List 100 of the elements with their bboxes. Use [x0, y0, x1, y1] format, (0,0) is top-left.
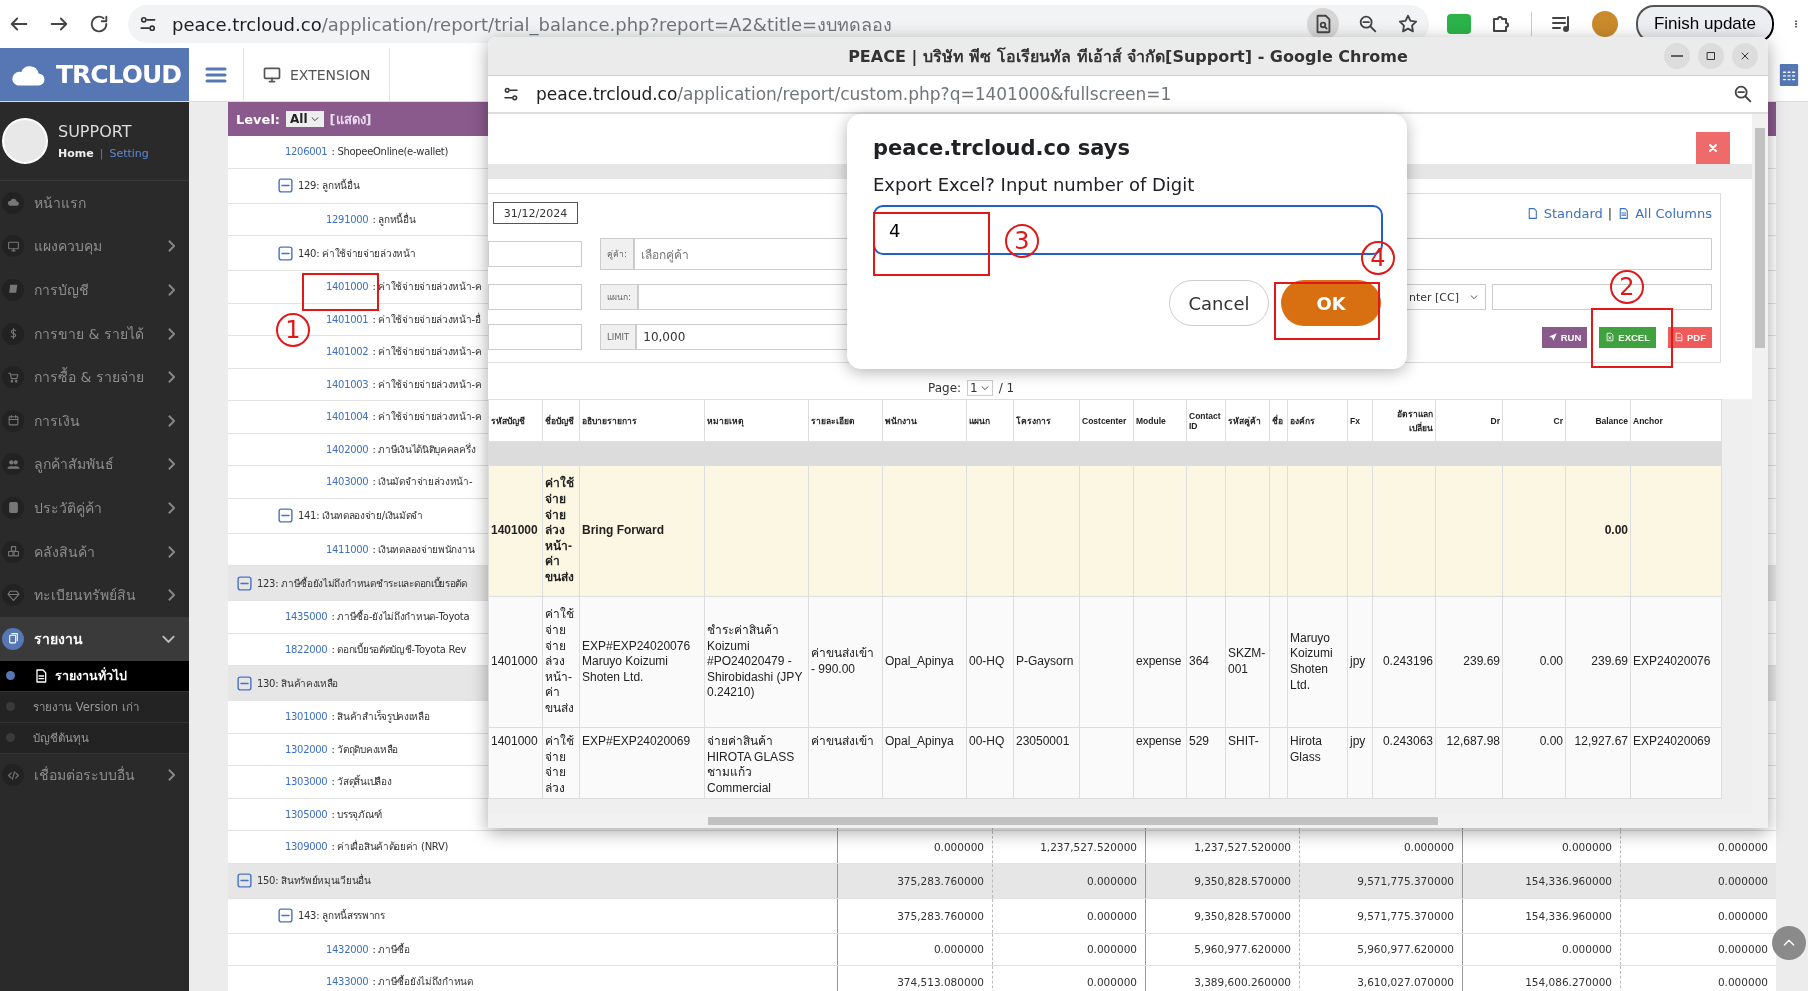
- account-name: : ภาษีซื้อยังไม่ถึงกำหนด: [372, 974, 473, 990]
- table-cell: 0.243063: [1382, 734, 1433, 748]
- table-cell: expense: [1136, 654, 1182, 669]
- table-cell: Opal_Apinya: [885, 734, 954, 748]
- amount-cell: 0.000000: [1086, 874, 1137, 887]
- amount-cell: 3,610,027.070000: [1357, 975, 1454, 988]
- amount-cell: 0.000000: [1717, 840, 1768, 853]
- table-cell: 12,927.67: [1574, 734, 1628, 748]
- amount-cell: 9,350,828.570000: [1194, 909, 1291, 922]
- tree-group-label: 150: สินทรัพย์หมุนเวียนอื่น: [257, 873, 371, 888]
- amount-cell: 0.000000: [1561, 840, 1612, 853]
- account-name: : ค่าใช้จ่ายจ่ายล่วงหน้า-ค: [372, 280, 482, 295]
- account-name: : ลูกหนี้อื่น: [372, 211, 416, 227]
- table-cell: จ่ายค่าสินค้า HIROTA GLASS ชามแก้ว Commercial: [707, 734, 795, 795]
- table-cell: SKZM-001: [1228, 646, 1266, 676]
- tree-group-label: 129: ลูกหนี้อื่น: [298, 178, 360, 193]
- amount-cell: 0.000000: [933, 943, 984, 956]
- column-header: Cr: [1553, 415, 1563, 426]
- table-cell: P-Gaysorn: [1016, 654, 1074, 669]
- table-cell: Bring Forward: [582, 523, 664, 538]
- level-label: Level:: [236, 111, 281, 127]
- field-label: แผนก:: [600, 284, 638, 310]
- column-header: อัตราแลกเปลี่ยน: [1397, 408, 1433, 433]
- tree-group-label: 130: สินค้าคงเหลือ: [257, 676, 339, 691]
- amount-cell: 0.000000: [933, 840, 984, 853]
- table-cell: 239.69: [1463, 654, 1500, 669]
- account-name: : ดอกเบี้ยรอตัดบัญชี-Toyota Rev: [331, 641, 467, 657]
- url-text: peace.trcloud.co/application/report/trial_balance.php?report=A2&title=งบทดลอง: [172, 12, 893, 38]
- column-header: รหัสคู่ค้า: [1228, 415, 1261, 426]
- table-cell: 529: [1189, 734, 1210, 748]
- account-name: : บรรจุภัณฑ์: [331, 807, 382, 822]
- table-cell: Maruyo Koizumi Shoten Ltd.: [1290, 630, 1333, 692]
- amount-cell: 0.000000: [1086, 943, 1137, 956]
- column-header: พนักงาน: [885, 415, 917, 426]
- column-header: ชื่อบัญชี: [545, 415, 574, 426]
- table-cell: ชำระค่าสินค้า Koizumi #PO24020479 - Shirobidashi (JPY 0.24210): [707, 623, 803, 700]
- link-separator: |: [1607, 205, 1613, 221]
- amount-cell: 154,086.270000: [1525, 975, 1612, 988]
- field-label: คู่ค้า:: [600, 238, 634, 270]
- account-name: : ภาษีซื้อ: [372, 941, 410, 957]
- account-name: : ค่าใช้จ่ายจ่ายล่วงหน้า-อื่: [372, 311, 481, 327]
- amount-cell: 5,960,977.620000: [1357, 943, 1454, 956]
- table-cell: 1401000: [491, 654, 538, 669]
- amount-cell: 5,960,977.620000: [1194, 943, 1291, 956]
- column-header: อธิบายรายการ: [582, 415, 637, 426]
- page-label: Page:: [928, 381, 962, 395]
- amount-cell: 0.000000: [1717, 909, 1768, 922]
- field-label: LIMIT: [600, 324, 637, 350]
- account-name: : ภาษีซื้อ-ยังไม่ถึงกำหนด-Toyota: [331, 609, 470, 625]
- table-cell: jpy: [1350, 734, 1366, 748]
- column-header: หมายเหตุ: [707, 415, 744, 426]
- annotation-number-overlay: 3: [1005, 224, 1039, 258]
- column-header: Costcenter: [1082, 415, 1127, 426]
- window-title: PEACE | บริษัท พีซ โอเรียนทัล ทีเอ้าส์ จำกัด[Support] - Google Chrome: [848, 45, 1408, 68]
- amount-cell: 0.000000: [1086, 975, 1137, 988]
- table-cell: jpy: [1350, 654, 1366, 669]
- annotation-number-overlay: 4: [1361, 241, 1395, 275]
- column-header: Dr: [1490, 415, 1500, 426]
- column-header: Anchor: [1633, 415, 1663, 426]
- tree-group-label: 140: ค่าใช้จ่ายจ่ายล่วงหน้า: [298, 246, 416, 261]
- table-cell: ค่าใช้จ่ายจ่ายล่วงหน้า-ค่าขนส่ง: [545, 607, 574, 715]
- annotation-number-overlay: 2: [1610, 270, 1644, 304]
- tree-group-label: 123: ภาษีซื้อยังไม่ถึงกำหนดชำระและดอกเบี้ยรอตัด: [257, 575, 467, 591]
- table-cell: expense: [1136, 734, 1182, 748]
- account-name: : ค่าใช้จ่ายจ่ายล่วงหน้า-ค: [372, 410, 482, 425]
- account-name: : เงินทดลองจ่ายพนักงาน: [372, 542, 475, 557]
- amount-cell: 0.000000: [1403, 840, 1454, 853]
- amount-cell: 375,283.760000: [897, 874, 984, 887]
- account-name: : เงินมัดจำจ่ายล่วงหน้า-: [372, 475, 473, 490]
- amount-cell: 374,513.080000: [897, 975, 984, 988]
- table-cell: ค่าใช้จ่ายจ่ายล่วงหน้า-ค่าขนส่ง: [545, 476, 574, 584]
- table-cell: EXP#EXP24020076 Maruyo Koizumi Shoten Ltd.: [582, 638, 691, 684]
- account-name: : ค่าเผื่อสินค้าด้อยค่า (NRV): [331, 839, 449, 855]
- account-name: : ShopeeOnline(e-wallet): [331, 146, 448, 158]
- amount-cell: 0.000000: [1717, 943, 1768, 956]
- table-cell: 12,687.98: [1446, 734, 1500, 748]
- table-cell: EXP24020076: [1633, 654, 1711, 669]
- amount-cell: 9,571,775.370000: [1357, 909, 1454, 922]
- amount-cell: 9,571,775.370000: [1357, 874, 1454, 887]
- amount-cell: 0.000000: [1561, 943, 1612, 956]
- amount-cell: 0.000000: [1717, 874, 1768, 887]
- amount-cell: 154,336.960000: [1525, 909, 1612, 922]
- table-cell: Hirota Glass: [1290, 734, 1322, 764]
- table-cell: EXP#EXP24020069: [582, 734, 691, 748]
- page-total: / 1: [998, 381, 1015, 395]
- table-cell: 0.243196: [1382, 654, 1433, 669]
- table-cell: 00-HQ: [969, 734, 1005, 748]
- column-header: Contact ID: [1189, 410, 1221, 431]
- account-name: : วัสดุสิ้นเปลือง: [331, 774, 392, 790]
- link-separator: |: [99, 147, 104, 160]
- table-cell: 23050001: [1016, 734, 1070, 748]
- url-text: peace.trcloud.co/application/report/custom.php?q=1401000&fullscreen=1: [536, 84, 1172, 104]
- column-header: โครงการ: [1016, 415, 1051, 426]
- annotation-number-overlay: 1: [276, 313, 310, 347]
- account-name: : ค่าใช้จ่ายจ่ายล่วงหน้า-ค: [372, 377, 482, 392]
- amount-cell: 154,336.960000: [1525, 874, 1612, 887]
- column-header: Balance: [1595, 415, 1628, 426]
- table-cell: 364: [1189, 654, 1210, 669]
- amount-cell: 9,350,828.570000: [1194, 874, 1291, 887]
- column-header: Fx: [1350, 415, 1360, 426]
